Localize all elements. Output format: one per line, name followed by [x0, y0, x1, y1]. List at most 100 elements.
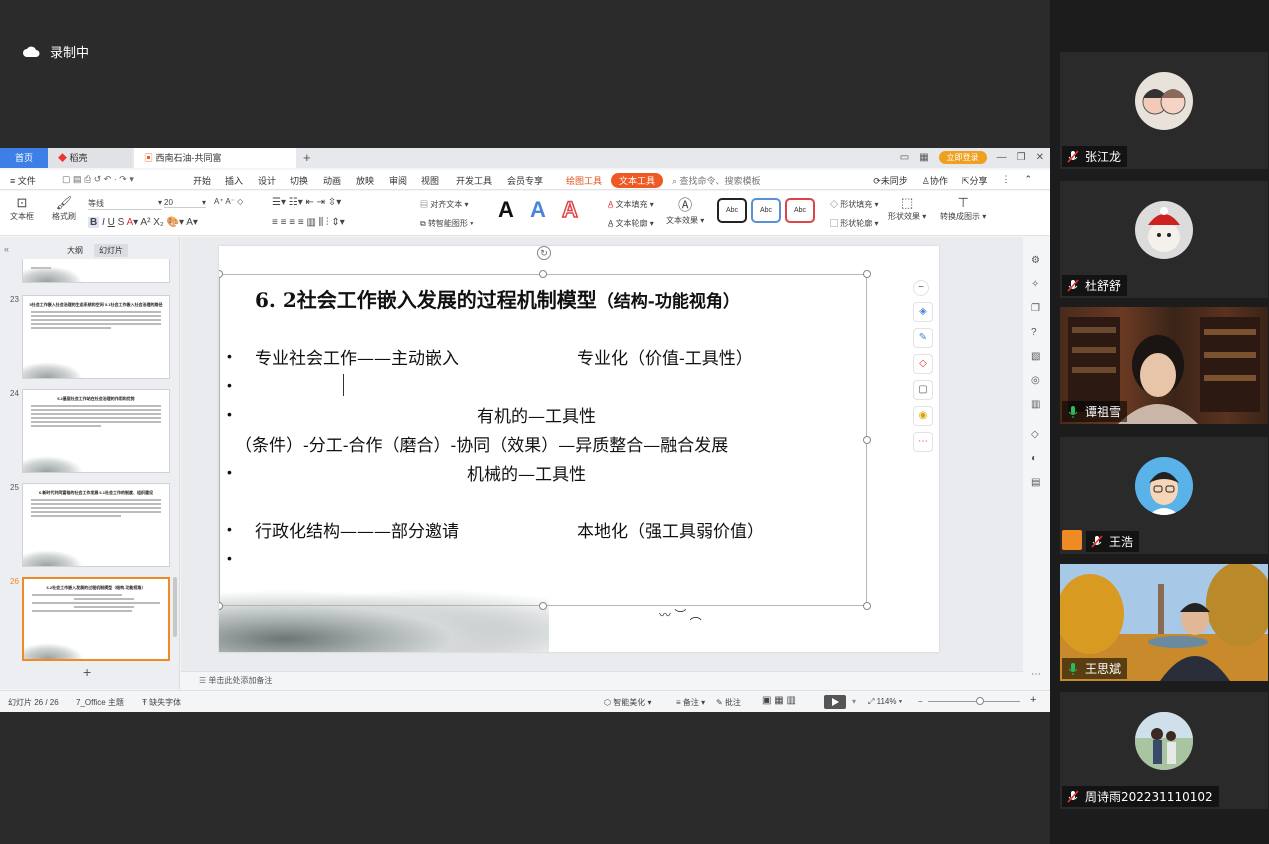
settings-sliders-icon[interactable]: ⚙	[1031, 255, 1040, 266]
align-buttons[interactable]: ≡ ≡ ≡ ≡ ▥ ⫼ ⫶ ⇕▾	[272, 217, 345, 228]
add-slide-button[interactable]: +	[83, 664, 91, 680]
image-icon[interactable]: ▧	[1031, 351, 1040, 362]
close-icon[interactable]: ✕	[1036, 152, 1044, 163]
zoom-slider[interactable]	[928, 701, 1020, 702]
grid-icon[interactable]: ▦	[919, 152, 928, 163]
menu-slideshow[interactable]: 放映	[356, 174, 374, 187]
menu-design[interactable]: 设计	[258, 174, 276, 187]
lightbulb-icon[interactable]: ◉	[913, 406, 933, 426]
menu-developer[interactable]: 开发工具	[456, 174, 492, 187]
list-buttons[interactable]: ☰▾ ☷▾ ⇤ ⇥ ⇳▾	[272, 197, 341, 208]
collapse-ribbon-icon[interactable]: ⌃	[1024, 174, 1032, 187]
pin-icon[interactable]: ✧	[1031, 279, 1039, 290]
resize-handle[interactable]	[539, 602, 547, 610]
font-size-select[interactable]: 20 ▾	[164, 198, 206, 208]
more-icon[interactable]: ⋮	[1001, 174, 1010, 187]
tab-slides[interactable]: 幻灯片	[94, 244, 128, 257]
resize-handle[interactable]	[863, 436, 871, 444]
collaborate-button[interactable]: ♙协作	[922, 174, 948, 187]
menu-home[interactable]: 开始	[193, 174, 211, 187]
zoom-out-button[interactable]: −	[918, 697, 923, 706]
slide-thumbnail-22[interactable]	[22, 259, 170, 283]
notes-button[interactable]: ≡ 备注 ▾	[676, 697, 705, 708]
text-style-outline[interactable]: A	[561, 196, 578, 223]
shape-outline-button[interactable]: ▢ 形状轮廓 ▾	[830, 218, 878, 229]
resize-handle[interactable]	[539, 270, 547, 278]
missing-font-button[interactable]: Ŧ 缺失字体	[142, 697, 181, 708]
zoom-in-button[interactable]: +	[1030, 694, 1036, 706]
more-dots-icon[interactable]: ⋯	[913, 432, 933, 452]
menu-view[interactable]: 视图	[421, 174, 439, 187]
menu-animation[interactable]: 动画	[323, 174, 341, 187]
quick-access-icons[interactable]: ▢ ▤ ⎙ ↺ ↶ · ↷ ▾	[62, 174, 134, 185]
play-dropdown[interactable]: ▾	[852, 697, 856, 706]
zoom-slider-knob[interactable]	[976, 697, 984, 705]
border-icon[interactable]: ▢	[913, 380, 933, 400]
participant-tile-active-speaker[interactable]: 谭祖雪	[1060, 307, 1268, 424]
text-effect-button[interactable]: Ⓐ 文本效果 ▾	[666, 195, 704, 226]
copy-icon[interactable]: ❐	[1031, 303, 1040, 314]
sync-status[interactable]: ⟳未同步	[873, 174, 908, 187]
text-fill-button[interactable]: A̲ 文本填充 ▾	[608, 199, 654, 210]
help-icon[interactable]: ?	[1031, 327, 1037, 338]
participant-tile[interactable]: 杜舒舒	[1060, 181, 1268, 298]
menu-insert[interactable]: 插入	[225, 174, 243, 187]
menu-file[interactable]: ≡ 文件	[10, 174, 36, 187]
menu-drawing-tools[interactable]: 绘图工具	[566, 174, 602, 187]
layers-icon[interactable]: ◈	[913, 302, 933, 322]
resize-handle[interactable]	[863, 602, 871, 610]
font-name-select[interactable]: 等线 ▾	[88, 198, 162, 210]
participant-tile[interactable]: 王思斌	[1060, 564, 1268, 681]
participant-tile[interactable]: 张江龙	[1060, 52, 1268, 169]
slide-thumbnail-25[interactable]: 6.新时代共同富裕的社会工作发展 6.1社会工作的制度、组织建设	[22, 483, 170, 567]
align-text-button[interactable]: ▤ 对齐文本 ▾	[420, 199, 468, 210]
shape-effect-button[interactable]: ⬚ 形状效果 ▾	[888, 195, 926, 222]
minimize-icon[interactable]: —	[997, 152, 1007, 163]
textbox-button[interactable]: ⊡ 文本框	[10, 195, 34, 222]
menu-member[interactable]: 会员专享	[507, 174, 543, 187]
view-mode-buttons[interactable]: ▣ ▦ ▥	[762, 695, 796, 706]
slide-thumbnail-26[interactable]: 6.2社会工作嵌入发展的过程机制模型（结构-功能视角）	[22, 577, 170, 661]
tab-document[interactable]: ▣ 西南石油-共同富裕.ppt◯●	[134, 148, 296, 183]
tab-home[interactable]: 首页	[0, 148, 48, 168]
pen-icon[interactable]: ✎	[913, 328, 933, 348]
to-diagram-button[interactable]: ⊤ 转换成图示 ▾	[940, 195, 986, 222]
login-button[interactable]: 立即登录	[938, 151, 987, 164]
target-icon[interactable]: ◎	[1031, 375, 1040, 386]
participant-tile[interactable]: 周诗雨202231110102	[1060, 692, 1268, 809]
text-style-black[interactable]: A	[498, 197, 514, 223]
menu-text-tools[interactable]: 文本工具	[611, 173, 664, 188]
play-slideshow-icon[interactable]	[824, 695, 846, 709]
participant-tile[interactable]: 王浩	[1060, 437, 1268, 554]
restore-icon[interactable]: ❐	[1017, 152, 1026, 163]
panel-scrollbar[interactable]	[173, 577, 177, 637]
tab-daoke[interactable]: ◆ 稻壳	[48, 148, 132, 168]
slide-canvas[interactable]: 〰 ︶ ︵ ↻ 6. 2社会工作嵌入发展的过程机制模型（结构-功能视角） • 专…	[219, 246, 939, 652]
rotate-handle-icon[interactable]: ↻	[537, 246, 551, 260]
palette-icon[interactable]: ◐	[1031, 453, 1037, 464]
shape-style-2[interactable]: Abc	[751, 198, 781, 223]
menu-transition[interactable]: 切换	[290, 174, 308, 187]
more-icon[interactable]: ⋯	[1031, 669, 1041, 680]
layout-icon[interactable]: ▭	[900, 152, 909, 163]
command-search[interactable]: ⌕ 查找命令、搜索模板	[672, 174, 761, 187]
text-outline-button[interactable]: A̲ 文本轮廓 ▾	[608, 218, 654, 229]
format-brush-button[interactable]: 🖌 格式刷	[52, 195, 76, 222]
beautify-button[interactable]: ⬡ 智能美化 ▾	[604, 697, 651, 708]
shape-fill-button[interactable]: ◇ 形状填充 ▾	[830, 199, 878, 210]
format-buttons[interactable]: B I U S A▾ A² X₂ 🎨▾ A▾	[88, 217, 198, 228]
slide-thumbnail-24[interactable]: 5.2基层社会工作站在社会治理的作用和优势	[22, 389, 170, 473]
minus-icon[interactable]: −	[913, 280, 929, 296]
menu-review[interactable]: 审阅	[389, 174, 407, 187]
font-size-buttons[interactable]: A⁺ A⁻ ◇	[214, 197, 243, 206]
fill-icon[interactable]: ◇	[913, 354, 933, 374]
new-tab-button[interactable]: +	[303, 150, 311, 165]
shape-style-3[interactable]: Abc	[785, 198, 815, 223]
book-icon[interactable]: ▥	[1031, 399, 1040, 410]
share-button[interactable]: ⇱分享	[962, 174, 988, 187]
shape-style-1[interactable]: Abc	[717, 198, 747, 223]
comments-button[interactable]: ✎ 批注	[716, 697, 741, 708]
zoom-fit-button[interactable]: ⤢ 114% ▾	[868, 697, 902, 707]
collapse-panel-icon[interactable]: «	[4, 244, 9, 254]
notes-area[interactable]: ☰ 单击此处添加备注	[181, 671, 1023, 689]
